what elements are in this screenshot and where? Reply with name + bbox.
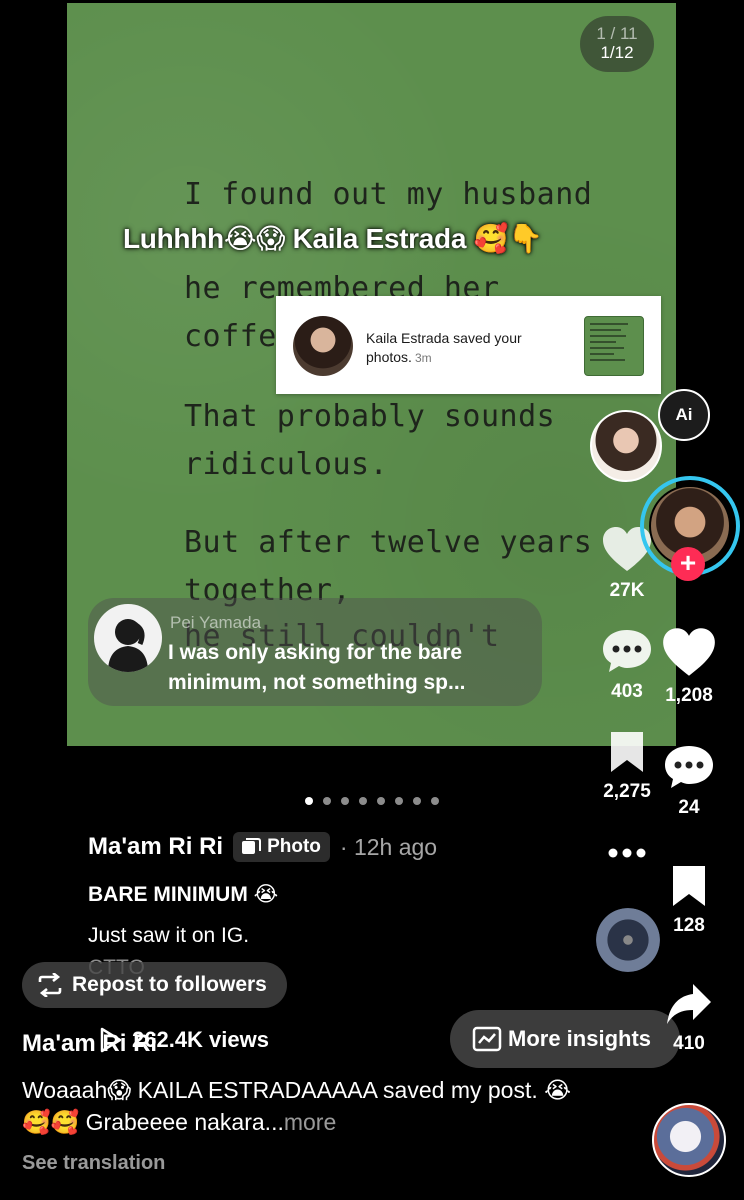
repost-icon xyxy=(38,973,62,997)
carousel-dot[interactable] xyxy=(305,797,313,805)
post-text-line: That probably sounds xyxy=(184,399,556,434)
more-options-button[interactable] xyxy=(587,846,667,864)
photo-badge: Photo xyxy=(233,832,330,862)
post-text-line: ridiculous. xyxy=(184,447,389,482)
save-count: 128 xyxy=(673,915,705,936)
repost-button[interactable]: Repost to followers xyxy=(22,962,287,1008)
notification-time: 3m xyxy=(414,351,432,365)
bookmark-icon xyxy=(611,732,643,772)
post-text-line: But after twelve years xyxy=(184,525,593,560)
carousel-dot[interactable] xyxy=(341,797,349,805)
bookmark-icon xyxy=(673,866,705,906)
more-insights-button[interactable]: More insights xyxy=(450,1010,680,1068)
like-button[interactable]: 1,208 xyxy=(649,626,729,707)
like-count: 1,208 xyxy=(665,685,713,706)
author-row: Ma'am Ri Ri Photo · 12h ago xyxy=(88,832,437,862)
insights-label: More insights xyxy=(508,1026,652,1051)
overlay-caption: Luhhhh😭😱 Kaila Estrada 🥰👇 xyxy=(123,223,543,254)
notification-thumbnail xyxy=(584,316,644,376)
comment-text: I was only asking for the bare minimum, … xyxy=(168,641,466,694)
comment-bubble[interactable]: Pei Yamada I was only asking for the bar… xyxy=(88,598,542,706)
page-counter-old: 1 / 11 xyxy=(596,24,638,43)
saved-notification-card: Kaila Estrada saved your photos. 3m xyxy=(276,296,661,394)
repost-author[interactable]: Ma'am Ri Ri xyxy=(22,1030,157,1058)
carousel-dot[interactable] xyxy=(359,797,367,805)
comment-count: 24 xyxy=(678,797,700,818)
notification-text: Kaila Estrada saved your photos. 3m xyxy=(366,329,546,368)
comment-author: Pei Yamada xyxy=(170,613,262,632)
save-button[interactable]: 128 xyxy=(649,864,729,937)
avatar xyxy=(293,316,353,376)
comment-icon xyxy=(665,746,713,788)
ai-assistant-icon[interactable]: Ai xyxy=(658,389,710,441)
carousel-dot[interactable] xyxy=(323,797,331,805)
repost-caption: Woaaah😱 KAILA ESTRADAAAAA saved my post.… xyxy=(22,1074,582,1138)
like-count: 27K xyxy=(609,580,645,601)
comment-icon xyxy=(603,630,651,672)
page-counter-current: 1/12 xyxy=(600,43,634,62)
repost-label: Repost to followers xyxy=(72,973,267,996)
heart-icon xyxy=(663,628,715,676)
carousel-dot[interactable] xyxy=(395,797,403,805)
post-text-line: I found out my husband xyxy=(184,177,593,212)
avatar xyxy=(94,604,162,672)
more-link[interactable]: more xyxy=(284,1109,336,1135)
share-button[interactable]: 410 xyxy=(649,982,729,1055)
carousel-dot[interactable] xyxy=(431,797,439,805)
post-time: · 12h ago xyxy=(339,833,438,860)
photo-icon xyxy=(242,838,262,854)
carousel-dot[interactable] xyxy=(377,797,385,805)
share-icon xyxy=(667,984,711,1024)
sound-avatar[interactable] xyxy=(652,1103,726,1177)
more-icon xyxy=(608,848,646,858)
comment-button[interactable]: 24 xyxy=(649,744,729,819)
share-count: 410 xyxy=(673,1033,705,1054)
caption-title: BARE MINIMUM 😭 xyxy=(88,883,279,906)
follow-plus-button[interactable]: + xyxy=(671,547,705,581)
author-name[interactable]: Ma'am Ri Ri xyxy=(88,833,223,861)
see-translation-link[interactable]: See translation xyxy=(22,1152,165,1175)
carousel-dot[interactable] xyxy=(413,797,421,805)
creator-avatar[interactable] xyxy=(590,410,662,482)
photo-badge-label: Photo xyxy=(267,836,321,857)
carousel-dots xyxy=(305,797,439,805)
notification-message: Kaila Estrada saved your photos. xyxy=(366,330,522,365)
page-counter: 1 / 11 1/12 xyxy=(580,16,654,72)
insights-icon xyxy=(472,1026,502,1052)
caption-text: Just saw it on IG. xyxy=(88,924,250,947)
